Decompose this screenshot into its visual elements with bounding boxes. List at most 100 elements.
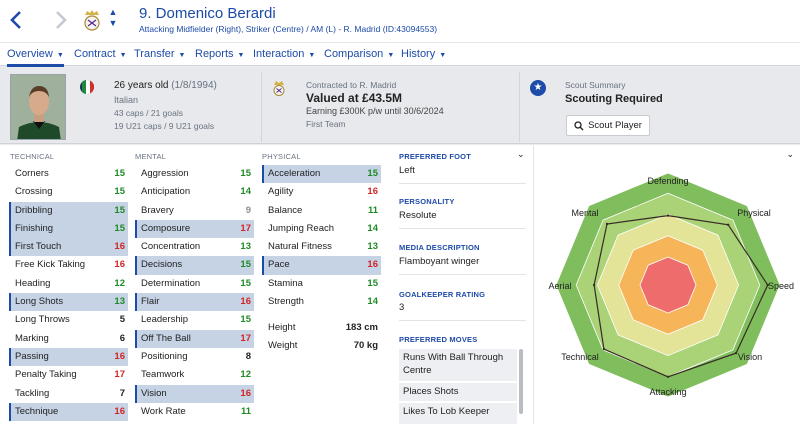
- attribute-value: 15: [114, 186, 125, 198]
- attribute-row[interactable]: Long Shots 13: [9, 293, 128, 312]
- attribute-row[interactable]: Concentration 13: [135, 238, 254, 256]
- chevron-right-icon: [56, 11, 67, 29]
- attribute-row[interactable]: Finishing 15: [9, 219, 128, 239]
- attribute-name: Flair: [141, 296, 160, 308]
- attribute-name: Long Shots: [15, 296, 64, 308]
- media-description-label: MEDIA DESCRIPTION: [399, 243, 480, 252]
- attribute-row[interactable]: Natural Fitness 13: [262, 238, 381, 256]
- attribute-value: 13: [240, 241, 251, 253]
- attribute-row[interactable]: Passing 16: [9, 347, 128, 367]
- scouting-status: Scouting Required: [565, 93, 663, 105]
- attribute-row[interactable]: Crossing 15: [9, 183, 128, 201]
- forward-button[interactable]: [50, 6, 72, 34]
- attribute-row[interactable]: Stamina 15: [262, 275, 381, 293]
- media-description-value: Flamboyant winger: [399, 256, 480, 267]
- height-label: Height: [268, 322, 296, 333]
- tab-interaction[interactable]: Interaction ▼: [253, 43, 315, 66]
- radar-label: Vision: [738, 352, 762, 362]
- preferred-move-item: Places Shots: [399, 383, 517, 401]
- height-row: Height 183 cm: [262, 319, 381, 337]
- attribute-name: Composure: [141, 222, 191, 234]
- technical-attributes: Corners 15 Crossing 15 Dribbling 15 Finishing 1…: [9, 165, 128, 422]
- attribute-value: 17: [240, 222, 251, 234]
- scout-player-button[interactable]: Scout Player: [566, 115, 650, 136]
- attribute-value: 14: [367, 296, 378, 308]
- attribute-row[interactable]: First Touch 16: [9, 238, 128, 257]
- tab-reports[interactable]: Reports ▼: [195, 43, 244, 66]
- attribute-name: Stamina: [268, 277, 303, 289]
- attribute-value: 9: [245, 204, 251, 216]
- attribute-value: 15: [240, 277, 251, 289]
- attribute-row[interactable]: Acceleration 15: [262, 165, 381, 184]
- attribute-row[interactable]: Jumping Reach 14: [262, 220, 381, 238]
- scrollbar[interactable]: [519, 349, 523, 414]
- attribute-row[interactable]: Penalty Taking 17: [9, 366, 128, 384]
- back-button[interactable]: [5, 6, 27, 34]
- attribute-row[interactable]: Free Kick Taking 16: [9, 256, 128, 274]
- attribute-name: Agility: [268, 186, 294, 198]
- attribute-row[interactable]: Technique 16: [9, 402, 128, 422]
- tab-contract[interactable]: Contract ▼: [74, 43, 127, 66]
- international-caps: 43 caps / 21 goals: [114, 108, 183, 118]
- attribute-row[interactable]: Marking 6: [9, 330, 128, 348]
- preferred-moves-label: PREFERRED MOVES: [399, 335, 478, 344]
- tab-history[interactable]: History ▼: [401, 43, 446, 66]
- attribute-row[interactable]: Strength 14: [262, 293, 381, 311]
- attribute-name: Acceleration: [268, 168, 321, 179]
- chevron-down-icon[interactable]: ▼: [107, 18, 119, 29]
- attribute-value: 13: [367, 241, 378, 253]
- chevron-down-icon[interactable]: ⌄: [517, 149, 527, 160]
- attribute-row[interactable]: Bravery 9: [135, 202, 254, 220]
- tab-label: Transfer: [134, 48, 175, 60]
- nationality-flag-icon: [80, 80, 94, 94]
- tab-label: Reports: [195, 48, 234, 60]
- preferred-move-item: Runs With Ball Through Centre: [399, 349, 517, 381]
- attribute-row[interactable]: Tackling 7: [9, 385, 128, 403]
- attribute-row[interactable]: Composure 17: [135, 219, 254, 239]
- date-of-birth: (1/8/1994): [171, 80, 217, 91]
- tab-transfer[interactable]: Transfer ▼: [134, 43, 185, 66]
- tab-label: Contract: [74, 48, 116, 60]
- divider: [261, 72, 262, 142]
- player-switcher[interactable]: ▲ ▼: [107, 7, 119, 33]
- nationality: Italian: [114, 95, 139, 105]
- attribute-row[interactable]: Dribbling 15: [9, 201, 128, 220]
- attribute-row[interactable]: Aggression 15: [135, 165, 254, 183]
- chevron-up-icon[interactable]: ▲: [107, 7, 119, 18]
- attribute-name: Finishing: [15, 222, 54, 234]
- tab-comparison[interactable]: Comparison ▼: [324, 43, 394, 66]
- attribute-row[interactable]: Long Throws 5: [9, 311, 128, 329]
- attribute-row[interactable]: Anticipation 14: [135, 183, 254, 201]
- radar-label: Mental: [571, 208, 598, 218]
- attribute-value: 15: [114, 204, 125, 216]
- attribute-row[interactable]: Positioning 8: [135, 348, 254, 366]
- attribute-value: 15: [240, 168, 251, 179]
- attribute-row[interactable]: Balance 11: [262, 202, 381, 220]
- squad-status: First Team: [306, 119, 346, 129]
- chevron-down-icon: ▼: [308, 52, 316, 59]
- attribute-row[interactable]: Leadership 15: [135, 311, 254, 329]
- attribute-row[interactable]: Decisions 15: [135, 256, 254, 275]
- attribute-row[interactable]: Flair 16: [135, 293, 254, 312]
- goalkeeper-rating-label: GOALKEEPER RATING: [399, 290, 486, 299]
- attribute-row[interactable]: Determination 15: [135, 275, 254, 293]
- tab-overview[interactable]: Overview ▼: [7, 43, 64, 67]
- attribute-row[interactable]: Agility 16: [262, 183, 381, 201]
- chevron-down-icon: ▼: [439, 52, 447, 59]
- personality-label: PERSONALITY: [399, 197, 455, 206]
- attribute-row[interactable]: Pace 16: [262, 256, 381, 275]
- attribute-name: Corners: [15, 168, 49, 179]
- personality-value: Resolute: [399, 210, 437, 221]
- attribute-row[interactable]: Work Rate 11: [135, 403, 254, 421]
- attribute-value: 12: [240, 369, 251, 381]
- attribute-row[interactable]: Off The Ball 17: [135, 329, 254, 348]
- attribute-row[interactable]: Teamwork 12: [135, 366, 254, 384]
- attribute-name: Determination: [141, 277, 201, 289]
- attribute-row[interactable]: Vision 16: [135, 384, 254, 403]
- attribute-row[interactable]: Corners 15: [9, 165, 128, 183]
- attribute-name: Long Throws: [15, 314, 70, 326]
- radar-label: Aerial: [548, 281, 571, 291]
- attribute-row[interactable]: Heading 12: [9, 275, 128, 293]
- attribute-name: Crossing: [15, 186, 53, 198]
- attribute-value: 15: [367, 277, 378, 289]
